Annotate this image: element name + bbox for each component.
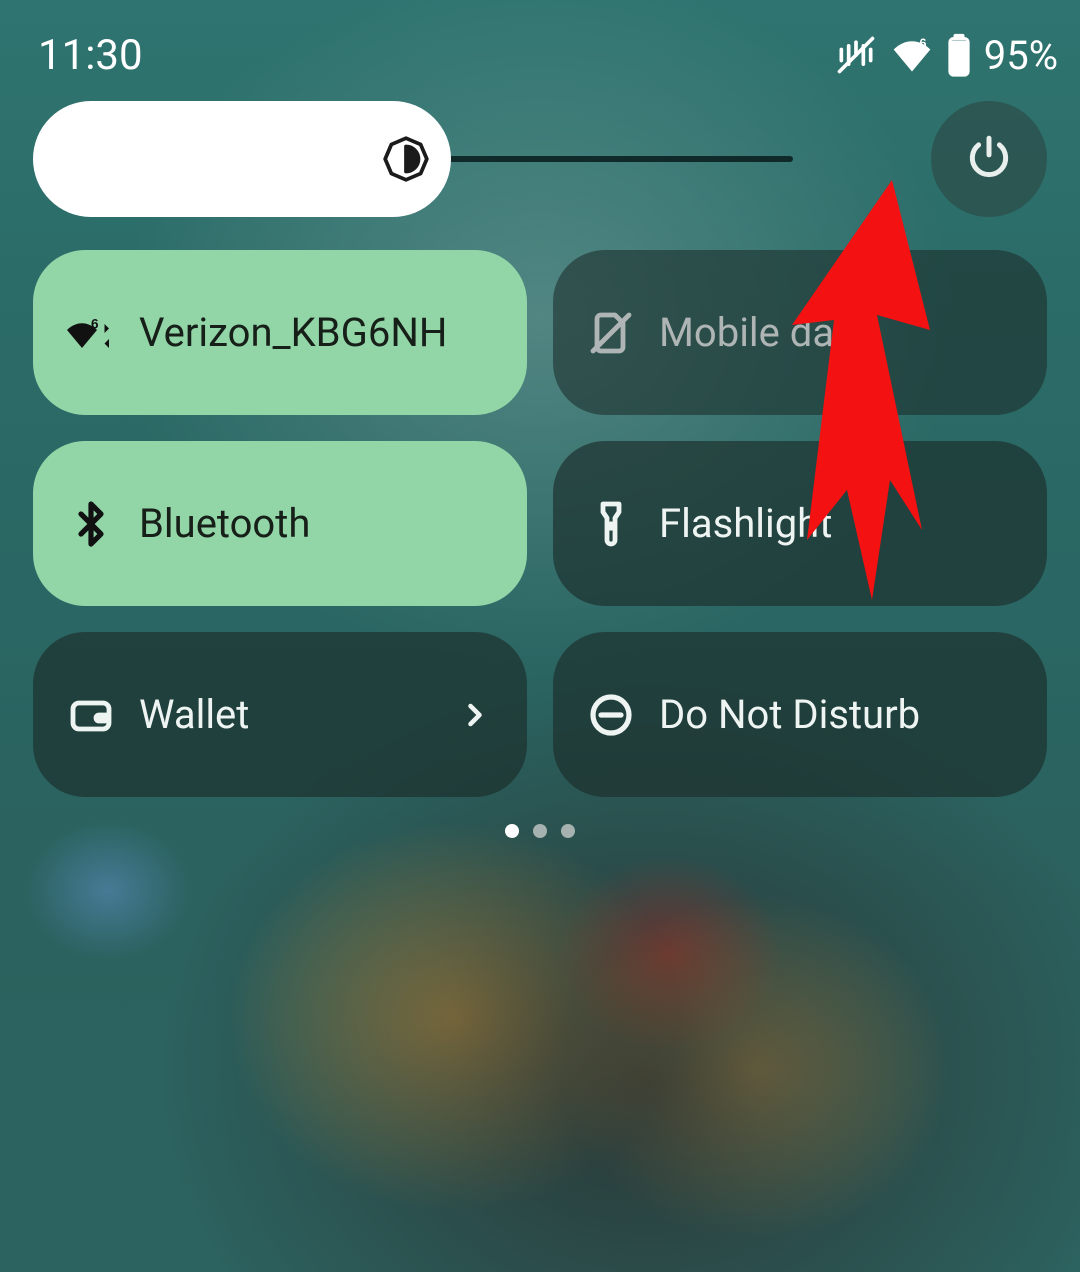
quick-tiles-grid: 6 Verizon_KBG6NH Mobile data — [33, 250, 1047, 797]
battery-status-icon — [946, 33, 972, 77]
brightness-slider[interactable] — [33, 101, 793, 217]
page-dot-3[interactable] — [561, 824, 575, 838]
power-button[interactable] — [931, 101, 1047, 217]
mobile-data-label: Mobile data — [659, 309, 869, 356]
dnd-label: Do Not Disturb — [659, 691, 920, 738]
wallet-label: Wallet — [139, 691, 249, 738]
flashlight-label: Flashlight — [659, 500, 832, 547]
bluetooth-tile[interactable]: Bluetooth — [33, 441, 527, 606]
dnd-icon — [587, 691, 635, 739]
wifi-tile[interactable]: 6 Verizon_KBG6NH — [33, 250, 527, 415]
chevron-right-icon — [457, 697, 493, 733]
svg-text:6: 6 — [91, 316, 99, 331]
battery-text: 95% — [984, 32, 1058, 79]
brightness-row — [33, 101, 1047, 217]
bluetooth-label: Bluetooth — [139, 500, 310, 547]
wifi-status-icon: 6 — [890, 33, 934, 77]
page-dot-1[interactable] — [505, 824, 519, 838]
status-right: 6 95% — [834, 32, 1058, 79]
wallet-tile[interactable]: Wallet — [33, 632, 527, 797]
brightness-thumb[interactable] — [33, 101, 451, 217]
auto-brightness-icon — [381, 134, 431, 184]
power-icon — [964, 132, 1014, 186]
vibrate-silent-icon — [834, 33, 878, 77]
mobile-data-tile[interactable]: Mobile data — [553, 250, 1047, 415]
quick-settings-panel: 11:30 6 95% — [0, 0, 1080, 1272]
dnd-tile[interactable]: Do Not Disturb — [553, 632, 1047, 797]
bluetooth-icon — [67, 500, 115, 548]
wifi6-icon: 6 — [67, 309, 115, 357]
svg-text:6: 6 — [919, 36, 926, 51]
page-dot-2[interactable] — [533, 824, 547, 838]
wallet-icon — [67, 691, 115, 739]
sim-off-icon — [587, 309, 635, 357]
flashlight-tile[interactable]: Flashlight — [553, 441, 1047, 606]
page-indicator[interactable] — [0, 824, 1080, 838]
clock: 11:30 — [38, 31, 143, 80]
flashlight-icon — [587, 500, 635, 548]
status-bar: 11:30 6 95% — [38, 28, 1058, 82]
wifi-label: Verizon_KBG6NH — [139, 309, 447, 356]
